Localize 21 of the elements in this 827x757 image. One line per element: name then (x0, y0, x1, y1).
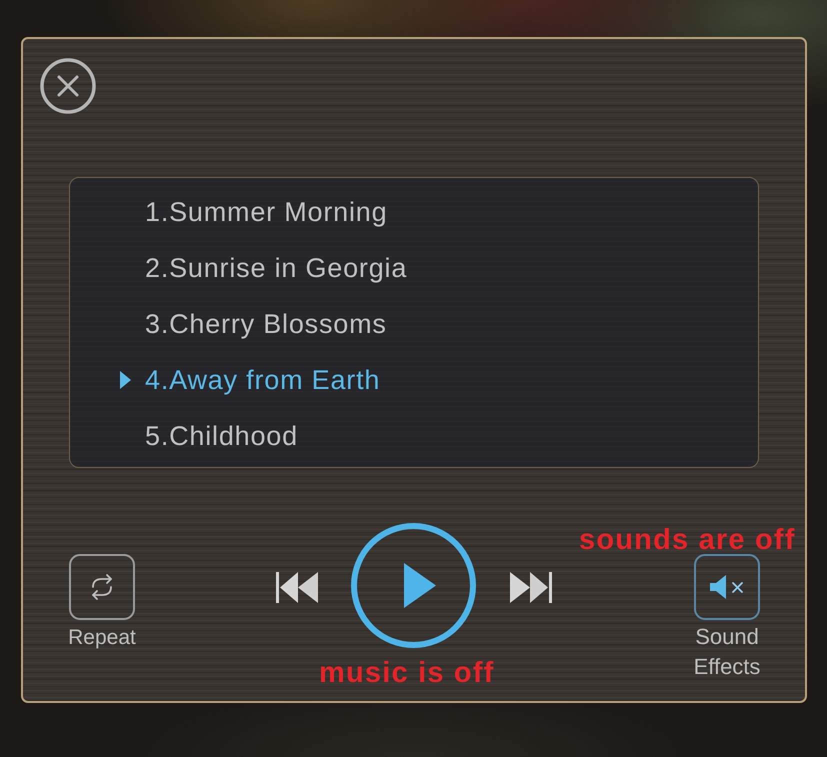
muted-speaker-icon (710, 575, 744, 599)
current-track-icon (120, 371, 131, 389)
previous-track-icon (276, 572, 318, 603)
previous-button[interactable] (276, 572, 318, 603)
sound-effects-label: Sound Effects (692, 623, 762, 681)
track-item[interactable]: 3.Cherry Blossoms (145, 296, 387, 352)
annotation-label: music is off (319, 656, 495, 690)
play-button[interactable] (351, 523, 476, 648)
track-item[interactable]: 5.Childhood (145, 408, 298, 464)
close-button[interactable] (40, 58, 96, 114)
annotation-label: sounds are off (579, 523, 796, 557)
close-icon (40, 58, 96, 114)
repeat-button[interactable] (69, 554, 135, 620)
track-item[interactable]: 1.Summer Morning (145, 184, 388, 240)
play-icon (404, 563, 436, 608)
sound-effects-button[interactable] (694, 554, 760, 620)
repeat-label: Repeat (68, 625, 136, 651)
next-track-icon (510, 572, 552, 603)
track-item[interactable]: 2.Sunrise in Georgia (145, 240, 408, 296)
track-item[interactable]: 4.Away from Earth (120, 352, 380, 408)
next-button[interactable] (510, 572, 552, 603)
